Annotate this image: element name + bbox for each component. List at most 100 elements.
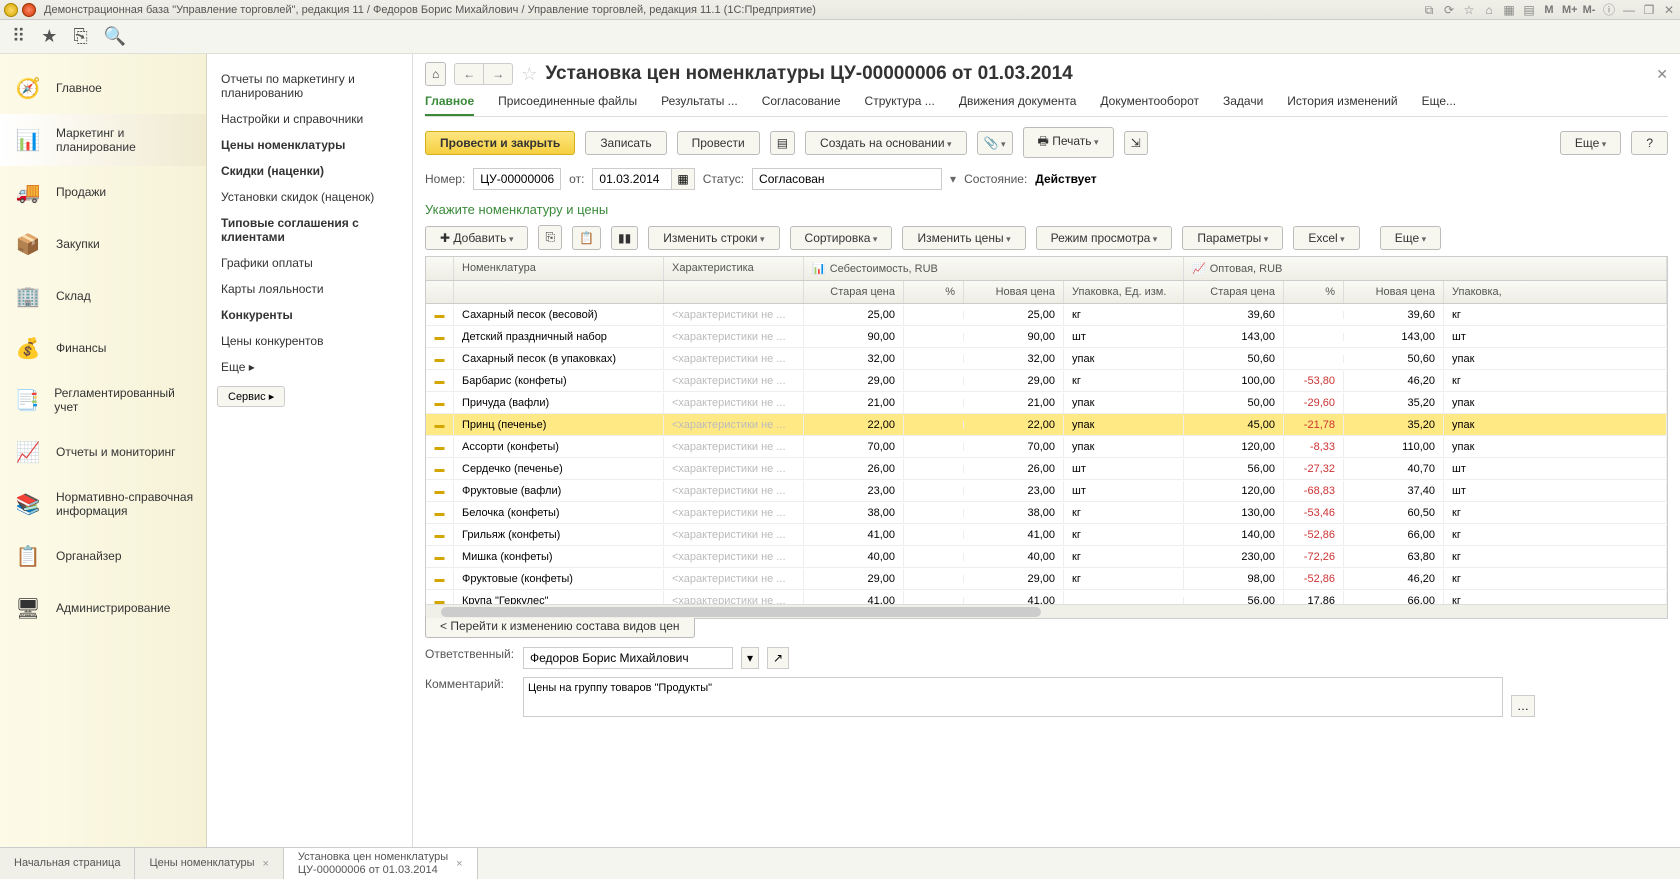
- tab-close-icon[interactable]: ×: [262, 858, 268, 870]
- memory-m-plus[interactable]: M+: [1562, 3, 1576, 17]
- subpanel-item-9[interactable]: Цены конкурентов: [217, 328, 402, 354]
- table-row[interactable]: ▬Сердечко (печенье)<характеристики не ..…: [426, 458, 1667, 480]
- doc-tab-4[interactable]: Структура ...: [865, 90, 935, 116]
- parameters-button[interactable]: Параметры: [1182, 226, 1283, 250]
- post-and-close-button[interactable]: Провести и закрыть: [425, 131, 575, 155]
- close-content-icon[interactable]: ✕: [1656, 66, 1668, 83]
- doc-tab-0[interactable]: Главное: [425, 90, 474, 116]
- comment-field[interactable]: [523, 677, 1503, 717]
- report-icon-button[interactable]: ▤: [770, 131, 795, 155]
- paste-icon-button[interactable]: 📋: [572, 226, 601, 250]
- subpanel-item-1[interactable]: Настройки и справочники: [217, 106, 402, 132]
- responsible-field[interactable]: Федоров Борис Михайлович: [523, 647, 733, 669]
- copy-icon-button[interactable]: ⎘: [538, 225, 562, 250]
- subpanel-item-10[interactable]: Еще ▸: [217, 354, 402, 380]
- col-pct-2[interactable]: %: [1284, 281, 1344, 303]
- nav-item-6[interactable]: 📑Регламентированный учет: [0, 374, 206, 426]
- subpanel-item-5[interactable]: Типовые соглашения с клиентами: [217, 210, 402, 250]
- favorite-star-icon[interactable]: ☆: [521, 64, 537, 85]
- tb-icon-home[interactable]: ⌂: [1482, 3, 1496, 17]
- doc-tab-1[interactable]: Присоединенные файлы: [498, 90, 637, 116]
- change-prices-button[interactable]: Изменить цены: [902, 226, 1025, 250]
- memory-m[interactable]: M: [1542, 3, 1556, 17]
- create-based-on-button[interactable]: Создать на основании: [805, 131, 967, 155]
- window-tab-1[interactable]: Цены номенклатуры×: [135, 848, 283, 879]
- nav-item-10[interactable]: 🖥Администрирование: [0, 582, 206, 634]
- change-rows-button[interactable]: Изменить строки: [648, 226, 779, 250]
- table-row[interactable]: ▬Сахарный песок (в упаковках)<характерис…: [426, 348, 1667, 370]
- nav-back-forward[interactable]: ←→: [454, 63, 513, 85]
- date-field[interactable]: 01.03.2014: [592, 168, 672, 190]
- doc-tab-7[interactable]: Задачи: [1223, 90, 1263, 116]
- window-tab-0[interactable]: Начальная страница: [0, 848, 135, 879]
- subpanel-item-2[interactable]: Цены номенклатуры: [217, 132, 402, 158]
- memory-m-minus[interactable]: M-: [1582, 3, 1596, 17]
- service-button[interactable]: Сервис ▸: [217, 386, 285, 407]
- grid-more-button[interactable]: Еще: [1380, 226, 1441, 250]
- table-row[interactable]: ▬Сахарный песок (весовой)<характеристики…: [426, 304, 1667, 326]
- tb-icon-2[interactable]: ⟳: [1442, 3, 1456, 17]
- table-row[interactable]: ▬Фруктовые (вафли)<характеристики не ...…: [426, 480, 1667, 502]
- table-row[interactable]: ▬Причуда (вафли)<характеристики не ...21…: [426, 392, 1667, 414]
- table-row[interactable]: ▬Принц (печенье)<характеристики не ...22…: [426, 414, 1667, 436]
- open-icon[interactable]: ↗: [767, 647, 789, 669]
- status-field[interactable]: Согласован: [752, 168, 942, 190]
- tb-icon-grid[interactable]: ▦: [1502, 3, 1516, 17]
- number-field[interactable]: ЦУ-00000006: [473, 168, 561, 190]
- post-button[interactable]: Провести: [677, 131, 760, 155]
- nav-item-9[interactable]: 📋Органайзер: [0, 530, 206, 582]
- close-icon[interactable]: ✕: [1662, 3, 1676, 17]
- more-actions-button[interactable]: Еще: [1560, 131, 1621, 155]
- add-button[interactable]: ✚ Добавить: [425, 226, 528, 250]
- nav-item-2[interactable]: 🚚Продажи: [0, 166, 206, 218]
- nav-item-3[interactable]: 📦Закупки: [0, 218, 206, 270]
- tb-icon-1[interactable]: ⧉: [1422, 3, 1436, 17]
- table-row[interactable]: ▬Ассорти (конфеты)<характеристики не ...…: [426, 436, 1667, 458]
- subpanel-item-7[interactable]: Карты лояльности: [217, 276, 402, 302]
- barcode-icon-button[interactable]: ▮▮: [611, 226, 638, 250]
- print-button[interactable]: 🖶 Печать: [1023, 127, 1114, 158]
- nav-item-8[interactable]: 📚Нормативно-справочнаяинформация: [0, 478, 206, 530]
- favorites-icon[interactable]: ★: [41, 26, 57, 47]
- subpanel-item-3[interactable]: Скидки (наценки): [217, 158, 402, 184]
- col-new-price-2[interactable]: Новая цена: [1344, 281, 1444, 303]
- view-mode-button[interactable]: Режим просмотра: [1036, 226, 1173, 250]
- doc-tab-2[interactable]: Результаты ...: [661, 90, 738, 116]
- table-row[interactable]: ▬Мишка (конфеты)<характеристики не ...40…: [426, 546, 1667, 568]
- subpanel-item-4[interactable]: Установки скидок (наценок): [217, 184, 402, 210]
- nav-item-0[interactable]: 🧭Главное: [0, 62, 206, 114]
- doc-tab-3[interactable]: Согласование: [762, 90, 841, 116]
- col-characteristic[interactable]: Характеристика: [664, 257, 804, 280]
- table-row[interactable]: ▬Барбарис (конфеты)<характеристики не ..…: [426, 370, 1667, 392]
- tab-close-icon[interactable]: ×: [456, 858, 462, 870]
- table-row[interactable]: ▬Фруктовые (конфеты)<характеристики не .…: [426, 568, 1667, 590]
- doc-tab-5[interactable]: Движения документа: [959, 90, 1077, 116]
- home-button[interactable]: ⌂: [425, 62, 446, 86]
- doc-tab-8[interactable]: История изменений: [1287, 90, 1397, 116]
- subpanel-item-0[interactable]: Отчеты по маркетингу и планированию: [217, 66, 402, 106]
- nav-item-1[interactable]: 📊Маркетинг ипланирование: [0, 114, 206, 166]
- col-pct-1[interactable]: %: [904, 281, 964, 303]
- excel-button[interactable]: Excel: [1293, 226, 1359, 250]
- calendar-icon[interactable]: ▦: [672, 168, 694, 190]
- maximize-icon[interactable]: ❐: [1642, 3, 1656, 17]
- nav-item-5[interactable]: 💰Финансы: [0, 322, 206, 374]
- attach-icon-button[interactable]: 📎: [977, 131, 1013, 155]
- col-pack-1[interactable]: Упаковка, Ед. изм.: [1064, 281, 1184, 303]
- tb-icon-calc[interactable]: ▤: [1522, 3, 1536, 17]
- help-button[interactable]: ?: [1631, 131, 1668, 155]
- apps-icon[interactable]: ⠿: [12, 26, 25, 47]
- subpanel-item-6[interactable]: Графики оплаты: [217, 250, 402, 276]
- doc-tab-6[interactable]: Документооборот: [1100, 90, 1199, 116]
- table-row[interactable]: ▬Белочка (конфеты)<характеристики не ...…: [426, 502, 1667, 524]
- nav-item-7[interactable]: 📈Отчеты и мониторинг: [0, 426, 206, 478]
- table-row[interactable]: ▬Крупа "Геркулес"<характеристики не ...4…: [426, 590, 1667, 604]
- col-nomenclature[interactable]: Номенклатура: [454, 257, 664, 280]
- col-old-price-2[interactable]: Старая цена: [1184, 281, 1284, 303]
- minimize-icon[interactable]: —: [1622, 3, 1636, 17]
- col-pack-2[interactable]: Упаковка,: [1444, 281, 1667, 303]
- nav-item-4[interactable]: 🏢Склад: [0, 270, 206, 322]
- dropdown-icon[interactable]: ▾: [741, 647, 759, 669]
- write-button[interactable]: Записать: [585, 131, 666, 155]
- expand-icon[interactable]: …: [1511, 695, 1535, 717]
